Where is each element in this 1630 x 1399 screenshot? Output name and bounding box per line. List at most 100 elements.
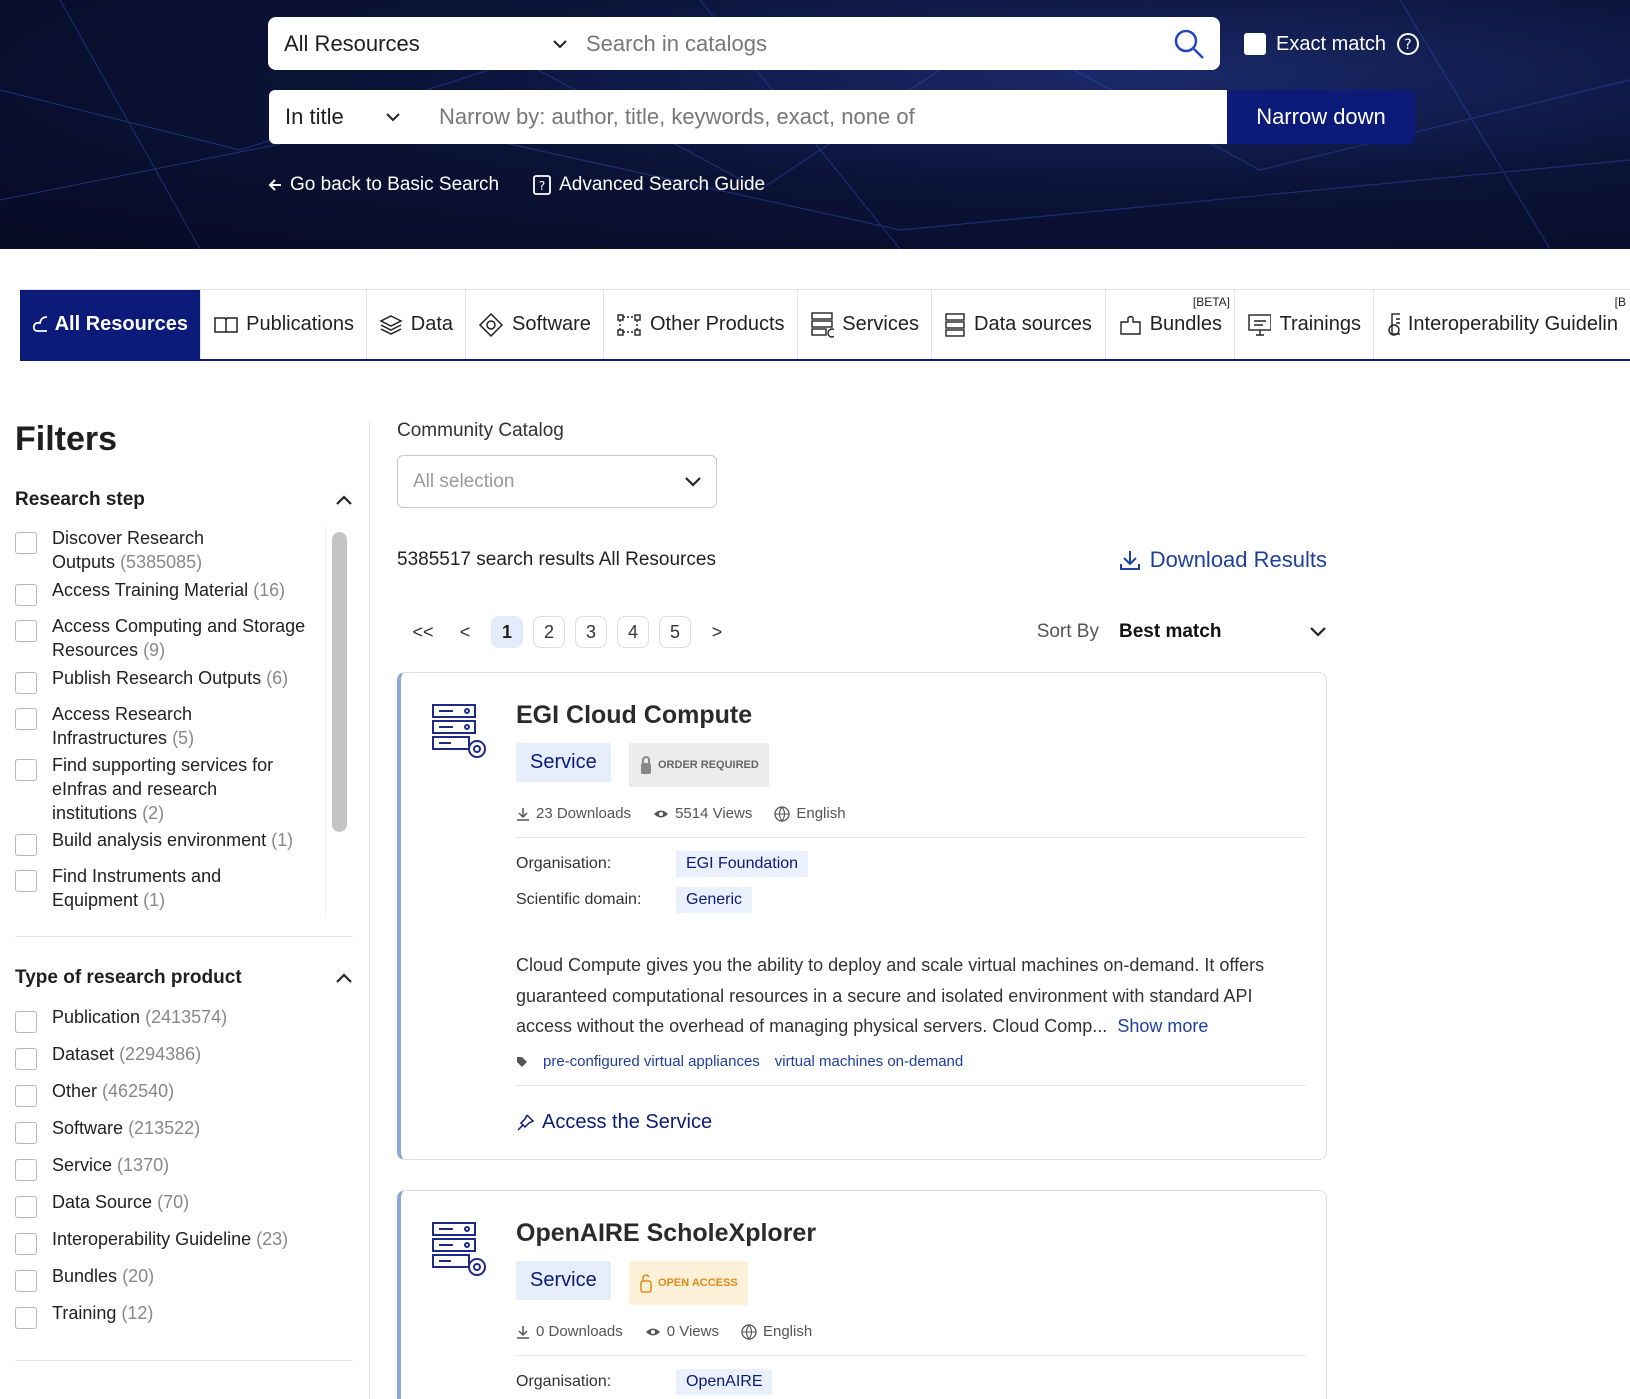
checkbox[interactable] bbox=[15, 1233, 37, 1255]
checkbox[interactable] bbox=[15, 1048, 37, 1070]
option-count: (5385085) bbox=[120, 552, 203, 572]
next-page-button[interactable]: > bbox=[701, 622, 733, 643]
tab-publications[interactable]: Publications bbox=[201, 290, 367, 359]
domain-chip[interactable]: Generic bbox=[676, 887, 753, 913]
checkbox[interactable] bbox=[15, 759, 37, 781]
filter-option[interactable]: Build analysis environment (1) bbox=[15, 828, 293, 856]
filter-option[interactable]: Bundles (20) bbox=[15, 1264, 355, 1301]
results-count: 5385517 search results All Resources bbox=[397, 549, 716, 570]
download-results-link[interactable]: Download Results bbox=[1118, 547, 1327, 573]
page-button[interactable]: 2 bbox=[533, 616, 565, 648]
resource-type-select[interactable]: All Resources bbox=[268, 17, 586, 70]
tab-software[interactable]: Software bbox=[466, 290, 604, 359]
chevron-up-icon[interactable] bbox=[335, 972, 353, 984]
filter-option[interactable]: Data Source (70) bbox=[15, 1190, 355, 1227]
tab-label: Data sources bbox=[974, 313, 1092, 335]
narrow-down-button[interactable]: Narrow down bbox=[1227, 90, 1415, 144]
search-input[interactable]: Search in catalogs bbox=[586, 31, 1158, 57]
narrow-input[interactable]: Narrow by: author, title, keywords, exac… bbox=[419, 90, 1227, 144]
filter-option[interactable]: Find supporting services for eInfras and … bbox=[15, 753, 273, 825]
tab-bundles[interactable]: [BETA] Bundles bbox=[1106, 290, 1235, 359]
filter-option[interactable]: Publication (2413574) bbox=[15, 1005, 355, 1042]
filter-option[interactable]: Access Research Infrastructures (5) bbox=[15, 702, 194, 750]
organisation-chip[interactable]: EGI Foundation bbox=[676, 851, 809, 877]
column-divider bbox=[369, 420, 370, 1399]
svg-text:?: ? bbox=[539, 179, 545, 193]
chevron-up-icon[interactable] bbox=[335, 494, 353, 506]
filter-option[interactable]: Other (462540) bbox=[15, 1079, 355, 1116]
resource-type-value: All Resources bbox=[284, 30, 420, 56]
checkbox[interactable] bbox=[15, 620, 37, 642]
exact-match-checkbox[interactable] bbox=[1244, 33, 1266, 55]
checkbox[interactable] bbox=[15, 1307, 37, 1329]
show-more-link[interactable]: Show more bbox=[1117, 1016, 1208, 1036]
page-button[interactable]: 5 bbox=[659, 616, 691, 648]
filter-option[interactable]: Training (12) bbox=[15, 1301, 355, 1338]
filter-option[interactable]: Software (213522) bbox=[15, 1116, 355, 1153]
tab-services[interactable]: Services bbox=[798, 290, 932, 359]
exact-match-label: Exact match bbox=[1276, 32, 1387, 55]
filter-option[interactable]: Find Instruments and Equipment (1) bbox=[15, 864, 221, 912]
tab-all-resources[interactable]: All Resources bbox=[20, 290, 201, 359]
search-icon[interactable] bbox=[1158, 28, 1220, 60]
organisation-chip[interactable]: OpenAIRE bbox=[676, 1369, 773, 1395]
tab-interoperability-guidelines[interactable]: [B Interoperability Guidelin bbox=[1374, 290, 1630, 359]
narrow-field-select[interactable]: In title bbox=[269, 90, 419, 144]
checkbox[interactable] bbox=[15, 1270, 37, 1292]
access-service-link[interactable]: Access the Service bbox=[516, 1111, 712, 1134]
page-button[interactable]: 3 bbox=[575, 616, 607, 648]
filter-option[interactable]: Dataset (2294386) bbox=[15, 1042, 355, 1079]
tags-row: pre-configured virtual appliances virtua… bbox=[516, 1053, 963, 1070]
checkbox[interactable] bbox=[15, 1159, 37, 1181]
option-label: Data Source bbox=[52, 1192, 153, 1212]
tab-label: Interoperability Guidelin bbox=[1407, 313, 1618, 335]
tag-link[interactable]: pre-configured virtual appliances bbox=[543, 1053, 760, 1070]
filter-option[interactable]: Access Training Material (16) bbox=[15, 578, 285, 606]
first-page-button[interactable]: << bbox=[407, 622, 439, 643]
back-to-basic-search-link[interactable]: Go back to Basic Search bbox=[268, 174, 499, 196]
advanced-search-guide-link[interactable]: ? Advanced Search Guide bbox=[533, 174, 765, 196]
catalog-select-value: All selection bbox=[413, 470, 515, 492]
tab-trainings[interactable]: Trainings bbox=[1235, 290, 1374, 359]
filter-option[interactable]: Discover Research Outputs (5385085) bbox=[15, 526, 204, 574]
checkbox[interactable] bbox=[15, 1196, 37, 1218]
filter-option[interactable]: Interoperability Guideline (23) bbox=[15, 1227, 355, 1264]
domain-row: Scientific domain: Generic bbox=[516, 887, 753, 913]
tab-data-sources[interactable]: Data sources bbox=[932, 290, 1106, 359]
filter-option[interactable]: Access Computing and Storage Resources (9… bbox=[15, 614, 305, 662]
community-catalog-select[interactable]: All selection bbox=[397, 455, 717, 508]
checkbox[interactable] bbox=[15, 672, 37, 694]
filter-option[interactable]: Service (1370) bbox=[15, 1153, 355, 1190]
result-title[interactable]: OpenAIRE ScholeXplorer bbox=[516, 1219, 816, 1248]
checkbox[interactable] bbox=[15, 1011, 37, 1033]
exact-match-toggle[interactable]: Exact match ? bbox=[1244, 32, 1420, 56]
page-button[interactable]: 4 bbox=[617, 616, 649, 648]
scrollbar-thumb[interactable] bbox=[332, 532, 347, 832]
checkbox[interactable] bbox=[15, 532, 37, 554]
pin-icon bbox=[517, 1113, 534, 1131]
research-step-header[interactable]: Research step bbox=[15, 489, 353, 511]
divider bbox=[516, 1355, 1306, 1356]
option-label: Find supporting services for bbox=[52, 755, 274, 775]
checkbox[interactable] bbox=[15, 584, 37, 606]
page-button[interactable]: 1 bbox=[491, 616, 523, 648]
chevron-down-icon[interactable] bbox=[1309, 626, 1327, 638]
sort-select[interactable]: Best match bbox=[1119, 621, 1309, 643]
option-label: Equipment bbox=[52, 890, 139, 910]
prev-page-button[interactable]: < bbox=[449, 622, 481, 643]
checkbox[interactable] bbox=[15, 834, 37, 856]
filter-option[interactable]: Publish Research Outputs (6) bbox=[15, 666, 288, 694]
tab-data[interactable]: Data bbox=[367, 290, 466, 359]
checkbox[interactable] bbox=[15, 1085, 37, 1107]
checkbox[interactable] bbox=[15, 870, 37, 892]
beta-badge: [B bbox=[1614, 295, 1626, 309]
tag-link[interactable]: virtual machines on-demand bbox=[775, 1053, 963, 1070]
tab-other-products[interactable]: Other Products bbox=[604, 290, 798, 359]
product-type-list: Publication (2413574) Dataset (2294386) … bbox=[15, 1005, 355, 1338]
product-type-header[interactable]: Type of research product bbox=[15, 967, 353, 989]
scrollbar-track[interactable] bbox=[325, 526, 353, 916]
checkbox[interactable] bbox=[15, 708, 37, 730]
help-icon[interactable]: ? bbox=[1396, 32, 1420, 56]
result-title[interactable]: EGI Cloud Compute bbox=[516, 701, 752, 730]
checkbox[interactable] bbox=[15, 1122, 37, 1144]
